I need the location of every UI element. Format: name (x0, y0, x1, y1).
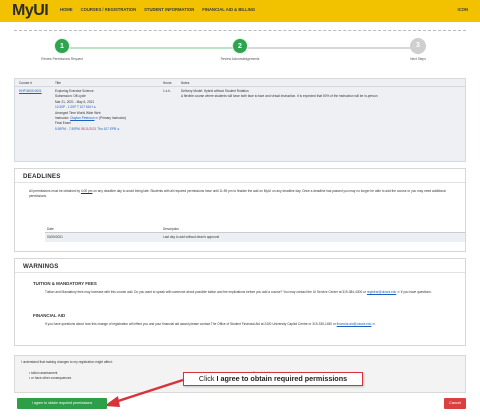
col-title: Title (55, 81, 61, 85)
delivery-description: A flexible course where students will ha… (181, 94, 378, 99)
financial-aid-email-link[interactable]: financial-aid@uiowa.edu (337, 322, 372, 326)
instruction-callout: Click I agree to obtain required permiss… (183, 372, 363, 386)
map-pin-icon[interactable]: ➤ (117, 127, 120, 131)
email-icon[interactable]: ✉ (95, 116, 98, 120)
user-menu-icon[interactable]: ICON (458, 7, 468, 12)
list-item-text: tuition assessment (31, 371, 58, 375)
deadline-date: 03/26/2021 (47, 235, 63, 240)
deadlines-time: 4:00 pm (80, 189, 93, 193)
nav-financial-aid-billing[interactable]: FINANCIAL AID & BILLING (202, 7, 255, 12)
top-navigation-bar: MyUI HOME COURSES / REGISTRATION STUDENT… (0, 0, 480, 22)
agree-obtain-permissions-button[interactable]: I agree to obtain required permissions (17, 398, 107, 409)
course-hours: 1 s.h. (163, 89, 171, 93)
financial-aid-heading: FINANCIAL AID (33, 313, 66, 318)
step-number-icon: 3 (410, 38, 426, 54)
financial-aid-text-body: If you have questions about how this cha… (45, 322, 336, 326)
tuition-text-body: Tuition and Mandatory fees may increase … (45, 290, 366, 294)
callout-arrow-icon (104, 378, 184, 407)
col-notes: Notes (181, 81, 190, 85)
deadlines-text-post: on any deadline day to avoid being late.… (29, 189, 446, 198)
step-check-icon: 1 (54, 38, 70, 54)
deadlines-text-pre: All permissions must be obtained by (29, 189, 81, 193)
step-label: Next Steps (410, 57, 426, 61)
list-item: • or have other consequences (29, 376, 72, 380)
callout-text-bold: I agree to obtain required permissions (216, 374, 348, 383)
course-table-header: Course # Title Hours Notes (15, 79, 465, 87)
main-nav: HOME COURSES / REGISTRATION STUDENT INFO… (60, 7, 255, 12)
callout-text-pre: Click (198, 374, 215, 383)
list-item-text: or have other consequences (31, 376, 72, 380)
deadlines-panel: DEADLINES All permissions must be obtain… (14, 168, 466, 252)
final-exam-location: Thu 107 EPB (97, 126, 117, 131)
deadlines-heading: DEADLINES (15, 169, 465, 183)
map-pin-icon[interactable]: ➤ (94, 105, 97, 109)
tuition-text: Tuition and Mandatory fees may increase … (45, 290, 455, 295)
progress-steps: 1 Review Permissions Request 2 Review Ac… (14, 38, 466, 68)
step-2: 2 Review Acknowledgements (200, 38, 280, 61)
deadline-description: Last day to add without dean's approval (163, 235, 220, 240)
tuition-text-tail: if you have questions. (400, 290, 432, 294)
final-exam-date: 05/11/2021 (80, 126, 97, 131)
instructor-role: (Primary Instructor) (98, 116, 127, 121)
registrar-email-link[interactable]: registrar@uiowa.edu (367, 290, 396, 294)
course-notes: Delivery Model: Hybrid without Student R… (181, 89, 463, 100)
step-number-icon: 2 (232, 38, 248, 54)
meeting-time-text: 12:30P - 1:20P T 107 MLH (55, 105, 93, 110)
col-description: Description (163, 227, 179, 232)
step-3: 3 Next Steps (378, 38, 458, 61)
col-course-num: Course # (19, 81, 32, 85)
instructor-link[interactable]: Clayton Peterson (70, 116, 94, 120)
acknowledgement-intro: I understand that making changes to my r… (21, 360, 113, 364)
course-table: Course # Title Hours Notes HHP:5000:0001… (14, 78, 466, 162)
step-label: Review Acknowledgements (220, 57, 260, 61)
final-exam-time: 5:30PM - 7:30PM (55, 126, 80, 131)
course-title-block: Exploring Exercise Science Subsession: O… (55, 89, 161, 132)
col-date: Date (47, 227, 54, 232)
instructor-label: Instructor: (55, 116, 70, 121)
nav-courses-registration[interactable]: COURSES / REGISTRATION (81, 7, 137, 12)
deadlines-table-header: Date Description (45, 225, 465, 233)
warnings-panel: WARNINGS TUITION & MANDATORY FEES Tuitio… (14, 258, 466, 346)
step-1: 1 Review Permissions Request (22, 38, 102, 61)
tuition-heading: TUITION & MANDATORY FEES (33, 281, 97, 286)
course-number-link[interactable]: HHP:5000:0001 (19, 89, 42, 94)
step-label: Review Permissions Request (41, 57, 83, 61)
final-exam-line: 5:30PM - 7:30PM 05/11/2021 Thu 107 EPB ➤ (55, 127, 161, 132)
financial-aid-text-tail: . (375, 322, 376, 326)
deadlines-table: Date Description 03/26/2021 Last day to … (45, 225, 465, 242)
nav-home[interactable]: HOME (60, 7, 73, 12)
deadlines-text: All permissions must be obtained by 4:00… (29, 189, 459, 199)
myui-logo[interactable]: MyUI (12, 2, 49, 20)
divider (14, 30, 466, 31)
email-icon[interactable]: ✉ (397, 290, 400, 294)
financial-aid-text: If you have questions about how this cha… (45, 322, 455, 327)
col-hours: Hours (163, 81, 172, 85)
nav-student-information[interactable]: STUDENT INFORMATION (144, 7, 194, 12)
cancel-button[interactable]: Cancel (444, 398, 466, 409)
table-row: 03/26/2021 Last day to add without dean'… (45, 233, 465, 242)
warnings-heading: WARNINGS (15, 259, 465, 273)
acknowledgement-list-left: • tuition assessment • or have other con… (29, 371, 71, 381)
